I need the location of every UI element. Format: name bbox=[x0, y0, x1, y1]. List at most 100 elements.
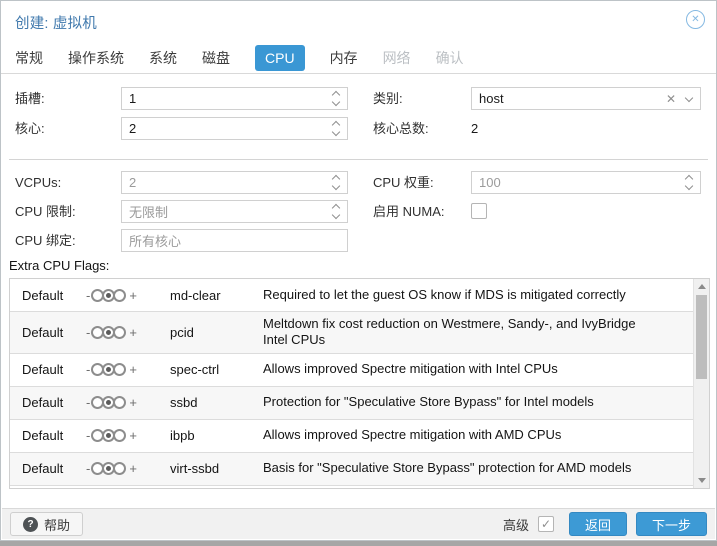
cpu-affinity-placeholder: 所有核心 bbox=[129, 234, 182, 249]
spinner-down-icon[interactable] bbox=[331, 97, 341, 107]
spinner-down-icon[interactable] bbox=[331, 210, 341, 220]
tab-memory[interactable]: 内存 bbox=[330, 48, 358, 68]
tab-bar: 常规 操作系统 系统 磁盘 CPU 内存 网络 确认 bbox=[1, 42, 716, 74]
help-icon: ? bbox=[23, 516, 38, 532]
advanced-checkbox[interactable]: ✓ bbox=[537, 516, 554, 532]
tristate-on-option[interactable] bbox=[113, 288, 127, 302]
advanced-label: 高级 bbox=[502, 517, 529, 533]
plus-icon[interactable]: + bbox=[126, 395, 140, 410]
tab-network: 网络 bbox=[382, 49, 411, 66]
spinner-down-icon[interactable] bbox=[684, 181, 694, 191]
sockets-label: 插槽: bbox=[15, 91, 45, 106]
tristate-on-option[interactable] bbox=[113, 429, 127, 442]
flag-tristate-slider[interactable]: - + bbox=[83, 428, 170, 443]
cpu-limit-spin-buttons[interactable] bbox=[325, 201, 347, 222]
total-cores-value: 2 bbox=[471, 121, 479, 136]
flag-name: spec-ctrl bbox=[170, 362, 220, 377]
help-button[interactable]: ? 帮助 bbox=[10, 512, 84, 536]
tab-general[interactable]: 常规 bbox=[15, 48, 43, 68]
cpu-flag-row: Default - + spec-ctrl Allows improved Sp… bbox=[10, 353, 693, 387]
flag-description: Protection for "Speculative Store Bypass… bbox=[263, 394, 594, 410]
cpu-type-combo[interactable]: host ✕ bbox=[471, 87, 701, 110]
tab-system[interactable]: 系统 bbox=[149, 48, 177, 68]
flag-name: md-clear bbox=[170, 287, 221, 303]
flag-state-label: Default bbox=[22, 362, 64, 377]
dialog-title: 创建: 虚拟机 bbox=[15, 16, 97, 32]
spinner-down-icon[interactable] bbox=[331, 127, 341, 137]
enable-numa-checkbox[interactable] bbox=[471, 203, 487, 219]
scrollbar[interactable] bbox=[693, 279, 709, 488]
cpu-affinity-input[interactable]: 所有核心 bbox=[121, 229, 348, 252]
flag-name: ibpb bbox=[170, 428, 195, 443]
cpu-weight-spin-buttons[interactable] bbox=[678, 172, 700, 193]
plus-icon[interactable]: + bbox=[126, 461, 140, 476]
flag-description: Basis for "Speculative Store Bypass" pro… bbox=[263, 460, 632, 476]
plus-icon[interactable]: + bbox=[126, 428, 140, 443]
flag-state-label: Default bbox=[22, 428, 64, 443]
close-glyph: ✕ bbox=[691, 13, 700, 25]
flag-name: ssbd bbox=[170, 395, 198, 410]
cpu-limit-spinner[interactable]: 无限制 bbox=[121, 200, 348, 223]
flag-tristate-slider[interactable]: - + bbox=[83, 288, 170, 303]
flag-name: virt-ssbd bbox=[170, 461, 220, 476]
scrollbar-thumb[interactable] bbox=[696, 295, 707, 379]
flag-state-label: Default bbox=[22, 324, 64, 340]
tristate-on-option[interactable] bbox=[113, 396, 127, 409]
scroll-up-icon[interactable] bbox=[694, 279, 709, 294]
vcpus-spinner[interactable]: 2 bbox=[121, 171, 348, 194]
close-icon[interactable]: ✕ bbox=[686, 10, 705, 29]
vcpus-placeholder: 2 bbox=[129, 175, 137, 190]
tristate-on-option[interactable] bbox=[113, 363, 127, 376]
flag-description: Allows improved Spectre mitigation with … bbox=[263, 427, 562, 443]
cores-label: 核心: bbox=[15, 121, 45, 136]
vcpus-spin-buttons[interactable] bbox=[325, 172, 347, 193]
flag-tristate-slider[interactable]: - + bbox=[83, 461, 170, 476]
cores-value: 2 bbox=[129, 121, 137, 136]
cpu-type-label: 类别: bbox=[373, 91, 403, 106]
cpu-affinity-label: CPU 绑定: bbox=[15, 233, 76, 248]
plus-icon[interactable]: + bbox=[126, 325, 140, 340]
cpu-weight-spinner[interactable]: 100 bbox=[471, 171, 701, 194]
help-glyph: ? bbox=[27, 518, 34, 530]
flag-tristate-slider[interactable]: - + bbox=[83, 395, 170, 410]
flag-description: Meltdown fix cost reduction on Westmere,… bbox=[263, 316, 636, 348]
cpu-weight-label: CPU 权重: bbox=[373, 175, 434, 190]
scroll-down-icon[interactable] bbox=[694, 473, 709, 488]
cpu-weight-placeholder: 100 bbox=[479, 175, 501, 190]
section-divider bbox=[9, 159, 708, 160]
tab-disks[interactable]: 磁盘 bbox=[202, 48, 230, 68]
cores-spinner[interactable]: 2 bbox=[121, 117, 348, 140]
sockets-spin-buttons[interactable] bbox=[325, 88, 347, 109]
tab-confirm: 确认 bbox=[435, 49, 464, 66]
flag-state-label: Default bbox=[22, 461, 64, 476]
tristate-on-option[interactable] bbox=[113, 325, 127, 339]
combo-icons: ✕ bbox=[666, 92, 700, 106]
sockets-spinner[interactable]: 1 bbox=[121, 87, 348, 110]
next-button[interactable]: 下一步 bbox=[635, 512, 707, 536]
cores-spin-buttons[interactable] bbox=[325, 118, 347, 139]
footer-actions: 高级 ✓ 返回 下一步 bbox=[503, 512, 707, 536]
cpu-type-value: host bbox=[479, 91, 504, 106]
help-button-label: 帮助 bbox=[44, 517, 71, 533]
flag-name: pcid bbox=[170, 324, 194, 340]
tab-cpu[interactable]: CPU bbox=[255, 44, 305, 71]
flag-description: Allows improved Spectre mitigation with … bbox=[263, 361, 558, 377]
tab-os[interactable]: 操作系统 bbox=[68, 48, 124, 68]
plus-icon[interactable]: + bbox=[126, 362, 140, 377]
plus-icon[interactable]: + bbox=[126, 288, 140, 303]
sockets-value: 1 bbox=[129, 91, 137, 106]
cpu-flag-row: Default - + virt-ssbd Basis for "Specula… bbox=[10, 452, 693, 486]
back-button[interactable]: 返回 bbox=[568, 512, 627, 536]
flag-tristate-slider[interactable]: - + bbox=[83, 362, 170, 377]
tristate-on-option[interactable] bbox=[113, 462, 127, 475]
flag-description: Required to let the guest OS know if MDS… bbox=[263, 286, 626, 302]
clear-icon[interactable]: ✕ bbox=[666, 92, 676, 106]
chevron-down-icon[interactable] bbox=[684, 93, 694, 103]
flag-state-label: Default bbox=[22, 395, 64, 410]
flag-tristate-slider[interactable]: - + bbox=[83, 325, 170, 340]
cpu-flags-title: Extra CPU Flags: bbox=[9, 258, 110, 273]
cpu-flags-table-body: Default - + md-clear Required to let the… bbox=[10, 279, 693, 486]
cpu-flag-row: Default - + pcid Meltdown fix cost reduc… bbox=[10, 312, 693, 354]
spinner-down-icon[interactable] bbox=[331, 181, 341, 191]
cpu-flag-row: Default - + ssbd Protection for "Specula… bbox=[10, 386, 693, 420]
